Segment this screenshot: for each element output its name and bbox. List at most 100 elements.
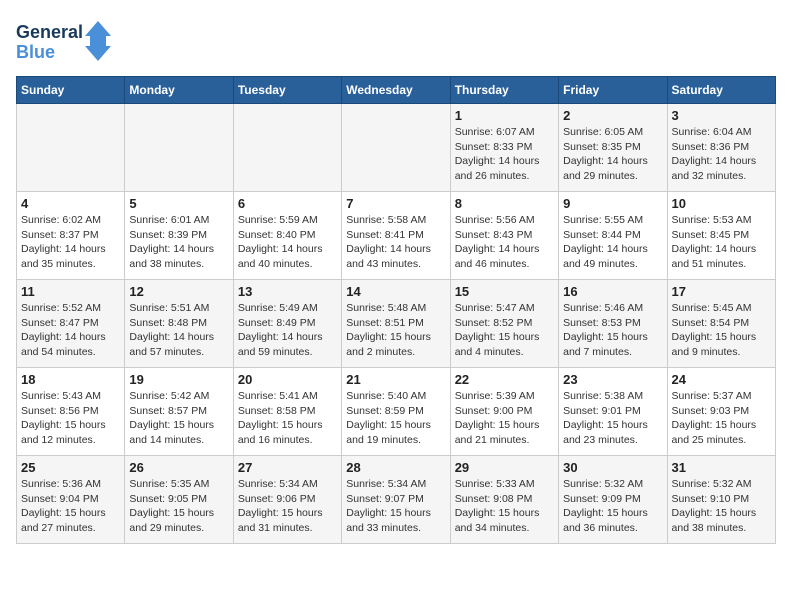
day-number: 7	[346, 196, 445, 211]
day-cell: 21Sunrise: 5:40 AM Sunset: 8:59 PM Dayli…	[342, 368, 450, 456]
day-cell: 6 Sunrise: 5:59 AM Sunset: 8:40 PM Daylig…	[233, 192, 341, 280]
day-number: 8	[455, 196, 554, 211]
day-cell: 22 Sunrise: 5:39 AM Sunset: 9:00 PM Dayli…	[450, 368, 558, 456]
day-info: Sunrise: 5:56 AM Sunset: 8:43 PM Dayligh…	[455, 213, 554, 272]
day-info: Sunrise: 5:59 AM Sunset: 8:40 PM Dayligh…	[238, 213, 337, 272]
week-row-5: 25Sunrise: 5:36 AM Sunset: 9:04 PM Dayli…	[17, 456, 776, 544]
day-info: Sunrise: 5:45 AM Sunset: 8:54 PM Dayligh…	[672, 301, 771, 360]
week-row-2: 4 Sunrise: 6:02 AM Sunset: 8:37 PM Daylig…	[17, 192, 776, 280]
day-info: Sunrise: 5:42 AM Sunset: 8:57 PM Dayligh…	[129, 389, 228, 448]
day-info: Sunrise: 5:37 AM Sunset: 9:03 PM Dayligh…	[672, 389, 771, 448]
day-info: Sunrise: 5:43 AM Sunset: 8:56 PM Dayligh…	[21, 389, 120, 448]
day-number: 11	[21, 284, 120, 299]
day-number: 10	[672, 196, 771, 211]
day-info: Sunrise: 6:01 AM Sunset: 8:39 PM Dayligh…	[129, 213, 228, 272]
weekday-header-row: SundayMondayTuesdayWednesdayThursdayFrid…	[17, 77, 776, 104]
day-info: Sunrise: 5:35 AM Sunset: 9:05 PM Dayligh…	[129, 477, 228, 536]
calendar-table: SundayMondayTuesdayWednesdayThursdayFrid…	[16, 76, 776, 544]
day-number: 18	[21, 372, 120, 387]
day-cell	[342, 104, 450, 192]
week-row-4: 18 Sunrise: 5:43 AM Sunset: 8:56 PM Dayli…	[17, 368, 776, 456]
day-number: 16	[563, 284, 662, 299]
day-cell: 29 Sunrise: 5:33 AM Sunset: 9:08 PM Dayli…	[450, 456, 558, 544]
day-number: 30	[563, 460, 662, 475]
day-info: Sunrise: 5:41 AM Sunset: 8:58 PM Dayligh…	[238, 389, 337, 448]
weekday-saturday: Saturday	[667, 77, 775, 104]
day-number: 19	[129, 372, 228, 387]
day-info: Sunrise: 5:51 AM Sunset: 8:48 PM Dayligh…	[129, 301, 228, 360]
day-info: Sunrise: 5:47 AM Sunset: 8:52 PM Dayligh…	[455, 301, 554, 360]
day-info: Sunrise: 6:07 AM Sunset: 8:33 PM Dayligh…	[455, 125, 554, 184]
day-cell: 3 Sunrise: 6:04 AM Sunset: 8:36 PM Daylig…	[667, 104, 775, 192]
day-cell: 24Sunrise: 5:37 AM Sunset: 9:03 PM Dayli…	[667, 368, 775, 456]
day-cell: 14 Sunrise: 5:48 AM Sunset: 8:51 PM Dayli…	[342, 280, 450, 368]
day-cell: 9 Sunrise: 5:55 AM Sunset: 8:44 PM Daylig…	[559, 192, 667, 280]
day-info: Sunrise: 5:32 AM Sunset: 9:09 PM Dayligh…	[563, 477, 662, 536]
day-cell: 13 Sunrise: 5:49 AM Sunset: 8:49 PM Dayli…	[233, 280, 341, 368]
day-number: 13	[238, 284, 337, 299]
day-cell: 2 Sunrise: 6:05 AM Sunset: 8:35 PM Daylig…	[559, 104, 667, 192]
day-cell: 27 Sunrise: 5:34 AM Sunset: 9:06 PM Dayli…	[233, 456, 341, 544]
day-number: 1	[455, 108, 554, 123]
day-info: Sunrise: 5:58 AM Sunset: 8:41 PM Dayligh…	[346, 213, 445, 272]
day-number: 9	[563, 196, 662, 211]
day-number: 6	[238, 196, 337, 211]
logo-svg: GeneralBlue	[16, 16, 116, 66]
svg-text:Blue: Blue	[16, 42, 55, 62]
weekday-tuesday: Tuesday	[233, 77, 341, 104]
day-number: 3	[672, 108, 771, 123]
day-info: Sunrise: 5:36 AM Sunset: 9:04 PM Dayligh…	[21, 477, 120, 536]
calendar-body: 1 Sunrise: 6:07 AM Sunset: 8:33 PM Daylig…	[17, 104, 776, 544]
page-header: GeneralBlue	[16, 16, 776, 66]
day-number: 21	[346, 372, 445, 387]
weekday-friday: Friday	[559, 77, 667, 104]
day-number: 22	[455, 372, 554, 387]
day-cell: 23Sunrise: 5:38 AM Sunset: 9:01 PM Dayli…	[559, 368, 667, 456]
day-number: 17	[672, 284, 771, 299]
day-number: 14	[346, 284, 445, 299]
logo-container: GeneralBlue	[16, 16, 116, 66]
day-cell: 12 Sunrise: 5:51 AM Sunset: 8:48 PM Dayli…	[125, 280, 233, 368]
day-info: Sunrise: 6:05 AM Sunset: 8:35 PM Dayligh…	[563, 125, 662, 184]
day-number: 4	[21, 196, 120, 211]
day-cell: 25Sunrise: 5:36 AM Sunset: 9:04 PM Dayli…	[17, 456, 125, 544]
day-number: 27	[238, 460, 337, 475]
calendar-header: SundayMondayTuesdayWednesdayThursdayFrid…	[17, 77, 776, 104]
day-cell: 17 Sunrise: 5:45 AM Sunset: 8:54 PM Dayli…	[667, 280, 775, 368]
day-cell	[125, 104, 233, 192]
week-row-1: 1 Sunrise: 6:07 AM Sunset: 8:33 PM Daylig…	[17, 104, 776, 192]
day-info: Sunrise: 5:34 AM Sunset: 9:06 PM Dayligh…	[238, 477, 337, 536]
day-info: Sunrise: 5:39 AM Sunset: 9:00 PM Dayligh…	[455, 389, 554, 448]
day-cell: 31 Sunrise: 5:32 AM Sunset: 9:10 PM Dayli…	[667, 456, 775, 544]
day-cell: 1 Sunrise: 6:07 AM Sunset: 8:33 PM Daylig…	[450, 104, 558, 192]
day-info: Sunrise: 5:32 AM Sunset: 9:10 PM Dayligh…	[672, 477, 771, 536]
day-cell: 10Sunrise: 5:53 AM Sunset: 8:45 PM Dayli…	[667, 192, 775, 280]
day-info: Sunrise: 5:55 AM Sunset: 8:44 PM Dayligh…	[563, 213, 662, 272]
day-info: Sunrise: 5:33 AM Sunset: 9:08 PM Dayligh…	[455, 477, 554, 536]
logo: GeneralBlue	[16, 16, 116, 66]
day-number: 12	[129, 284, 228, 299]
weekday-monday: Monday	[125, 77, 233, 104]
svg-text:General: General	[16, 22, 83, 42]
day-cell: 7 Sunrise: 5:58 AM Sunset: 8:41 PM Daylig…	[342, 192, 450, 280]
day-info: Sunrise: 6:02 AM Sunset: 8:37 PM Dayligh…	[21, 213, 120, 272]
day-info: Sunrise: 5:48 AM Sunset: 8:51 PM Dayligh…	[346, 301, 445, 360]
day-number: 2	[563, 108, 662, 123]
day-info: Sunrise: 5:46 AM Sunset: 8:53 PM Dayligh…	[563, 301, 662, 360]
day-number: 29	[455, 460, 554, 475]
day-number: 20	[238, 372, 337, 387]
day-cell: 16 Sunrise: 5:46 AM Sunset: 8:53 PM Dayli…	[559, 280, 667, 368]
day-info: Sunrise: 6:04 AM Sunset: 8:36 PM Dayligh…	[672, 125, 771, 184]
day-cell: 4 Sunrise: 6:02 AM Sunset: 8:37 PM Daylig…	[17, 192, 125, 280]
day-cell	[233, 104, 341, 192]
day-info: Sunrise: 5:49 AM Sunset: 8:49 PM Dayligh…	[238, 301, 337, 360]
day-cell: 26 Sunrise: 5:35 AM Sunset: 9:05 PM Dayli…	[125, 456, 233, 544]
week-row-3: 11Sunrise: 5:52 AM Sunset: 8:47 PM Dayli…	[17, 280, 776, 368]
day-cell: 8 Sunrise: 5:56 AM Sunset: 8:43 PM Daylig…	[450, 192, 558, 280]
day-cell: 19 Sunrise: 5:42 AM Sunset: 8:57 PM Dayli…	[125, 368, 233, 456]
day-cell: 5Sunrise: 6:01 AM Sunset: 8:39 PM Daylig…	[125, 192, 233, 280]
day-number: 31	[672, 460, 771, 475]
day-info: Sunrise: 5:34 AM Sunset: 9:07 PM Dayligh…	[346, 477, 445, 536]
day-number: 23	[563, 372, 662, 387]
day-number: 26	[129, 460, 228, 475]
